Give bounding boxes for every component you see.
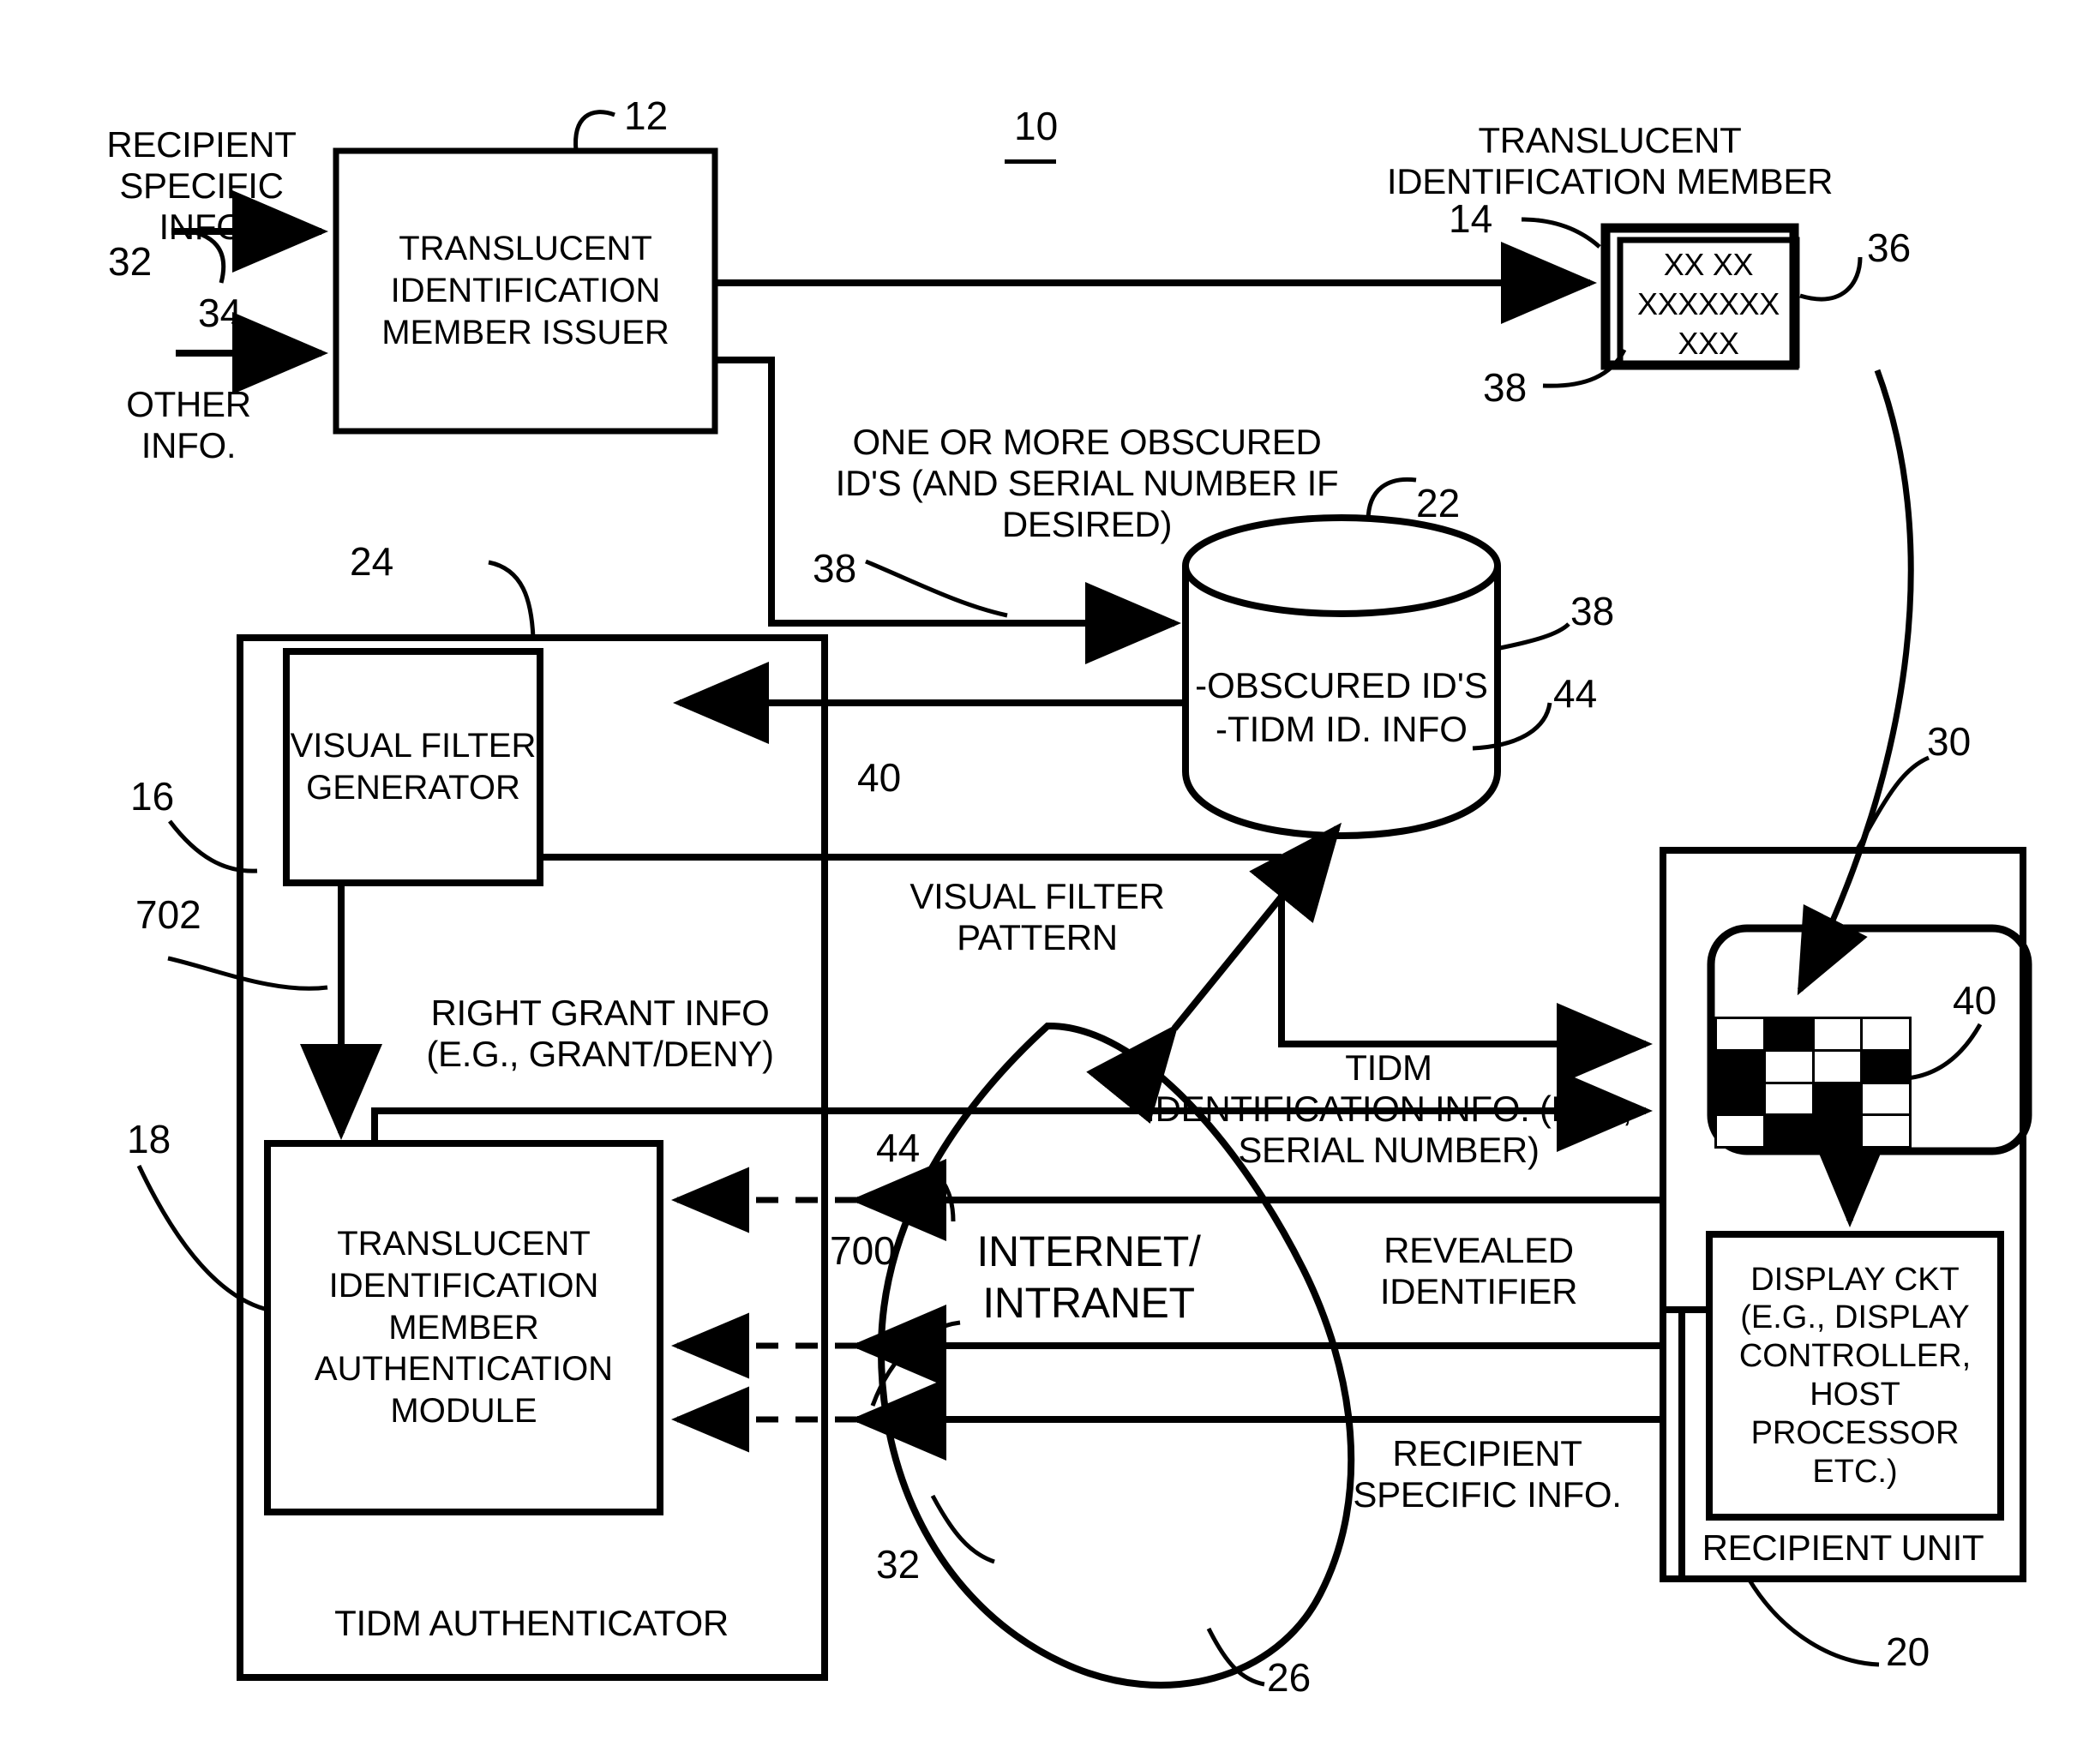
filter-cell-r3-c2	[1765, 1083, 1812, 1114]
filter-cell-r2-c3	[1814, 1051, 1861, 1082]
ref-700: 700	[830, 1228, 896, 1273]
ref-32-input: 32	[108, 239, 153, 284]
filter-cell-r2-c1	[1717, 1051, 1763, 1082]
leader-18	[136, 1164, 268, 1312]
leader-702	[167, 956, 328, 991]
tidm-authenticator-label: TIDM AUTHENTICATOR	[334, 1603, 729, 1643]
ref-16: 16	[130, 774, 175, 819]
patent-figure-canvas: 10 RECIPIENT SPECIFIC INFO 32 34 OTHER I…	[0, 0, 2095, 1764]
leader-38-db	[1495, 622, 1570, 651]
visual-filter-pattern-display	[1714, 1017, 1912, 1149]
ref-24: 24	[350, 539, 394, 584]
figure-number-underline	[1005, 159, 1056, 164]
tidm-card-line-3: XXX	[1678, 326, 1739, 361]
internet-cloud-label: INTERNET/ INTRANET	[976, 1227, 1201, 1327]
ref-36: 36	[1867, 225, 1912, 270]
other-info-input-label: OTHER INFO.	[126, 384, 251, 465]
filter-cell-r4-c4	[1863, 1116, 1909, 1146]
filter-cell-r4-c2	[1765, 1116, 1812, 1146]
ref-14: 14	[1449, 196, 1493, 241]
recipient-specific-info-input-label: RECIPIENT SPECIFIC INFO	[106, 124, 297, 247]
ref-44-flow: 44	[876, 1125, 921, 1170]
filter-cell-r1-c2	[1765, 1019, 1812, 1049]
filter-cell-r3-c1	[1717, 1083, 1763, 1114]
ref-702: 702	[135, 892, 201, 937]
leader-38-card	[1542, 348, 1627, 388]
ref-22: 22	[1416, 481, 1461, 525]
revealed-identifier-label: REVEALED IDENTIFIER	[1379, 1230, 1578, 1311]
ref-12: 12	[624, 93, 669, 138]
tidm-card-line-1: XX XX	[1663, 247, 1754, 282]
leader-36	[1799, 256, 1863, 302]
leader-12	[573, 110, 615, 152]
ref-26: 26	[1267, 1655, 1312, 1700]
database-label: -OBSCURED ID'S -TIDM ID. INFO	[1195, 664, 1488, 749]
tidm-auth-module-label: TRANSLUCENT IDENTIFICATION MEMBER AUTHEN…	[314, 1225, 614, 1431]
ref-20: 20	[1886, 1629, 1930, 1674]
filter-cell-r1-c1	[1717, 1019, 1763, 1049]
filter-cell-r4-c3	[1814, 1116, 1861, 1146]
filter-cell-r2-c4	[1863, 1051, 1909, 1082]
ref-38-card: 38	[1483, 365, 1528, 410]
tidm-card-line-2: XXXXXXX	[1637, 286, 1780, 321]
tidm-issuer-label: TRANSLUCENT IDENTIFICATION MEMBER ISSUER	[381, 230, 669, 351]
leader-16	[168, 819, 258, 873]
ref-38-db: 38	[1570, 589, 1615, 633]
ref-40-pattern: 40	[857, 755, 902, 800]
leader-20	[1746, 1577, 1880, 1667]
visual-filter-generator-label: VISUAL FILTER GENERATOR	[290, 727, 537, 807]
filter-cell-r3-c4	[1863, 1083, 1909, 1114]
right-grant-info-label: RIGHT GRANT INFO (E.G., GRANT/DENY)	[426, 993, 774, 1074]
leader-14	[1521, 217, 1601, 249]
obscured-ids-flow-label: ONE OR MORE OBSCURED ID'S (AND SERIAL NU…	[835, 422, 1339, 544]
vfg-to-recipient-line	[1278, 857, 1653, 1085]
filter-cell-r1-c3	[1814, 1019, 1861, 1049]
tidm-member-heading: TRANSLUCENT IDENTIFICATION MEMBER	[1386, 120, 1834, 201]
leader-24	[488, 560, 536, 639]
display-circuit-label: DISPLAY CKT (E.G., DISPLAY CONTROLLER, H…	[1738, 1261, 1972, 1490]
ref-40-display: 40	[1953, 978, 1997, 1023]
ref-34-input: 34	[198, 291, 243, 335]
ref-18: 18	[127, 1117, 171, 1161]
ref-32-bottom: 32	[876, 1542, 921, 1587]
filter-cell-r2-c2	[1765, 1051, 1812, 1082]
leader-44-flow	[933, 1168, 956, 1222]
leader-38-flow	[865, 559, 1008, 618]
recipient-unit-label: RECIPIENT UNIT	[1702, 1527, 1984, 1568]
filter-cell-r3-c3	[1814, 1083, 1861, 1114]
leader-32-bottom	[930, 1494, 995, 1564]
ref-38-flow: 38	[813, 546, 857, 591]
tidm-member-to-display-curve	[1797, 369, 1914, 996]
figure-number: 10	[1014, 104, 1059, 148]
visual-filter-pattern-label: VISUAL FILTER PATTERN	[909, 876, 1165, 957]
recipient-specific-info-out-label: RECIPIENT SPECIFIC INFO.	[1353, 1433, 1622, 1515]
filter-cell-r1-c4	[1863, 1019, 1909, 1049]
ref-44-db: 44	[1553, 671, 1598, 716]
ref-30: 30	[1927, 719, 1972, 764]
filter-cell-r4-c1	[1717, 1116, 1763, 1146]
leader-22	[1366, 477, 1417, 522]
tidm-identification-info-label: TIDM IDENTIFICATION INFO. (E.G., SERIAL …	[1145, 1047, 1632, 1170]
